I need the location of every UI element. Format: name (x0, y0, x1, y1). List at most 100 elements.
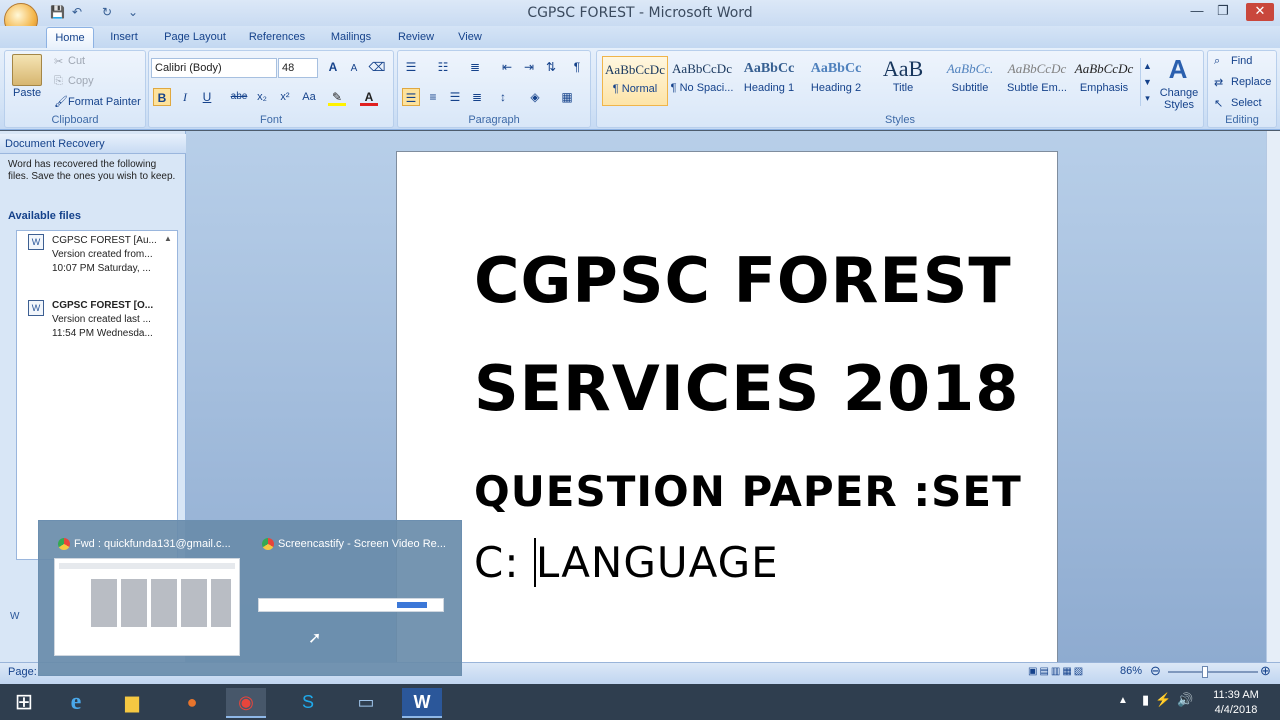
style-heading-1[interactable]: AaBbCc Heading 1 (736, 56, 802, 106)
superscript-button[interactable]: x² (276, 88, 294, 106)
find-button[interactable]: Find (1231, 55, 1252, 67)
select-button[interactable]: Select (1231, 97, 1262, 109)
font-color-icon[interactable]: A (360, 88, 378, 106)
shading-icon[interactable]: ◈ (526, 88, 544, 106)
shrink-font-button[interactable]: A (345, 60, 363, 78)
styles-scroll-icon[interactable]: ▲ ▼ ▾ (1140, 58, 1154, 106)
underline-button[interactable]: U (198, 88, 216, 106)
recovery-header: Document Recovery (0, 134, 186, 154)
copy-button[interactable]: Copy (68, 75, 94, 87)
strikethrough-button[interactable]: abe (228, 88, 250, 106)
scissors-icon[interactable]: ✂ (54, 55, 63, 68)
firefox-icon[interactable]: ● (172, 688, 212, 718)
zoom-out-button[interactable]: ⊖ (1150, 663, 1161, 679)
multilevel-list-icon[interactable]: ≣ (466, 58, 484, 76)
style-normal[interactable]: AaBbCcDc ¶ Normal (602, 56, 668, 106)
format-painter-button[interactable]: Format Painter (68, 96, 141, 108)
change-case-button[interactable]: Aa (298, 88, 320, 106)
close-button[interactable]: ✕ (1246, 3, 1274, 21)
recovery-file-name: CGPSC FOREST [Au... (52, 235, 157, 246)
style-name: ¶ No Spaci... (670, 82, 734, 94)
style-title[interactable]: AaB Title (870, 56, 936, 106)
style-subtitle[interactable]: AaBbCc. Subtitle (937, 56, 1003, 106)
change-styles-icon[interactable]: A (1164, 54, 1192, 84)
italic-button[interactable]: I (176, 88, 194, 106)
word-taskbar-icon[interactable]: W (402, 688, 442, 718)
preview-title-2[interactable]: Screencastify - Screen Video Re... (278, 538, 448, 550)
internet-explorer-icon[interactable]: e (56, 688, 96, 718)
replace-button[interactable]: Replace (1231, 76, 1271, 88)
copy-icon[interactable]: ⎘ (54, 75, 63, 88)
zoom-level[interactable]: 86% (1120, 665, 1142, 677)
redo-icon[interactable]: ↻ (100, 5, 114, 19)
undo-icon[interactable]: ↶ (70, 5, 84, 19)
borders-icon[interactable]: ▦ (558, 88, 576, 106)
style-subtle-emphasis[interactable]: AaBbCcDc Subtle Em... (1004, 56, 1070, 106)
tray-expand-icon[interactable]: ▲ (1118, 695, 1128, 706)
tab-mailings[interactable]: Mailings (322, 27, 380, 48)
paste-icon[interactable] (12, 54, 42, 86)
cut-button[interactable]: Cut (68, 55, 85, 67)
style-no-spacing[interactable]: AaBbCcDc ¶ No Spaci... (669, 56, 735, 106)
align-left-icon[interactable]: ☰ (402, 88, 420, 106)
recovery-message: Word has recovered the following files. … (8, 159, 176, 182)
customize-qat-icon[interactable]: ⌄ (126, 5, 140, 19)
paste-button[interactable]: Paste (13, 87, 41, 99)
page-indicator[interactable]: Page: (8, 666, 37, 678)
preview-thumbnail-2[interactable] (258, 598, 444, 612)
minimize-button[interactable]: — (1186, 3, 1208, 21)
bullets-icon[interactable]: ☰ (402, 58, 420, 76)
maximize-button[interactable]: ❐ (1212, 3, 1234, 21)
font-size-combo[interactable]: 48 (278, 58, 318, 78)
sort-icon[interactable]: ⇅ (542, 58, 560, 76)
available-files-label: Available files (8, 210, 81, 222)
preview-title-1[interactable]: Fwd : quickfunda131@gmail.c... (74, 538, 244, 550)
zoom-slider-thumb[interactable] (1202, 666, 1208, 678)
highlight-icon[interactable]: ✎ (328, 88, 346, 106)
recovery-help-link[interactable]: W (10, 611, 19, 622)
save-icon[interactable]: 💾 (50, 5, 65, 19)
start-button[interactable]: ⊞ (4, 688, 44, 718)
decrease-indent-icon[interactable]: ⇤ (498, 58, 516, 76)
tab-view[interactable]: View (450, 27, 490, 48)
file-explorer-icon[interactable]: ▆ (112, 688, 152, 718)
increase-indent-icon[interactable]: ⇥ (520, 58, 538, 76)
tab-page-layout[interactable]: Page Layout (158, 27, 232, 48)
preview-thumbnail-1[interactable] (54, 558, 240, 656)
tray-icons[interactable]: ▮⚡🔊 (1142, 692, 1200, 708)
style-emphasis[interactable]: AaBbCcDc Emphasis (1071, 56, 1137, 106)
tab-references[interactable]: References (244, 27, 310, 48)
align-right-icon[interactable]: ☰ (446, 88, 464, 106)
align-center-icon[interactable]: ≡ (424, 88, 442, 106)
replace-icon[interactable]: ⇄ (1214, 76, 1223, 89)
view-buttons-icon[interactable]: ▣▤▥▦▧ (1028, 666, 1112, 680)
justify-icon[interactable]: ≣ (468, 88, 486, 106)
screen-app-icon[interactable]: ▭ (346, 688, 386, 718)
clear-format-icon[interactable]: ⌫ (368, 58, 386, 76)
font-name-combo[interactable]: Calibri (Body) (151, 58, 277, 78)
grow-font-button[interactable]: A (324, 58, 342, 76)
recovery-file-name: CGPSC FOREST [O... (52, 300, 154, 311)
skype-icon[interactable]: S (288, 688, 328, 718)
recovery-file-1[interactable]: CGPSC FOREST [Au... Version created from… (52, 234, 160, 276)
vertical-scrollbar[interactable] (1266, 131, 1280, 663)
zoom-slider[interactable] (1168, 671, 1258, 673)
chrome-icon[interactable]: ◉ (226, 688, 266, 718)
style-heading-2[interactable]: AaBbCc Heading 2 (803, 56, 869, 106)
recovery-file-2[interactable]: CGPSC FOREST [O... Version created last … (52, 299, 160, 341)
change-styles-button[interactable]: Change Styles (1158, 87, 1200, 111)
format-painter-icon[interactable]: 🖌 (54, 95, 68, 108)
select-icon[interactable]: ↖ (1214, 97, 1223, 110)
tab-home[interactable]: Home (46, 27, 94, 48)
subscript-button[interactable]: x₂ (253, 88, 271, 106)
numbering-icon[interactable]: ☷ (434, 58, 452, 76)
line-spacing-icon[interactable]: ↕ (494, 88, 512, 106)
zoom-in-button[interactable]: ⊕ (1260, 663, 1271, 679)
clock[interactable]: 11:39 AM 4/4/2018 (1206, 688, 1266, 718)
bold-button[interactable]: B (153, 88, 171, 106)
show-formatting-button[interactable]: ¶ (568, 58, 586, 76)
tab-review[interactable]: Review (392, 27, 440, 48)
find-icon[interactable]: ⌕ (1214, 55, 1220, 68)
file-scroll-up-icon[interactable]: ▲ (164, 234, 176, 246)
tab-insert[interactable]: Insert (102, 27, 146, 48)
